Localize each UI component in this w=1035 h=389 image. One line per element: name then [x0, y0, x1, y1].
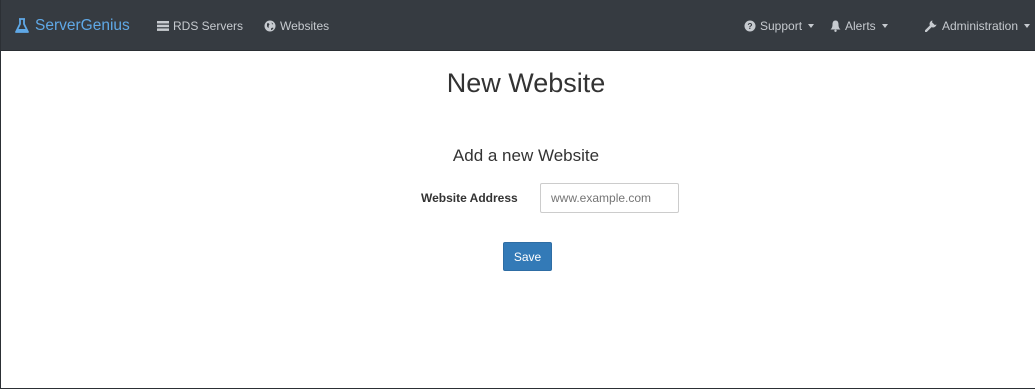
save-button[interactable]: Save: [503, 242, 552, 271]
nav-support-dropdown[interactable]: ? Support: [744, 0, 815, 51]
website-address-input[interactable]: [540, 183, 679, 213]
form-heading: Add a new Website: [452, 146, 600, 165]
app-window: ServerGenius RDS Servers Websites ? Supp…: [0, 0, 1035, 389]
nav-rds-servers-label: RDS Servers: [173, 18, 244, 33]
nav-alerts-label: Alerts: [845, 18, 876, 33]
brand-name: ServerGenius: [35, 16, 130, 34]
top-navbar: ServerGenius RDS Servers Websites ? Supp…: [1, 0, 1035, 51]
server-icon: [157, 20, 169, 31]
brand-link[interactable]: ServerGenius: [15, 0, 130, 51]
globe-icon: [264, 20, 276, 32]
nav-websites[interactable]: Websites: [264, 0, 329, 51]
nav-support-label: Support: [760, 18, 803, 33]
chevron-down-icon: [808, 23, 815, 28]
website-address-label: Website Address: [421, 191, 518, 205]
nav-administration-dropdown[interactable]: Administration: [925, 0, 1031, 51]
nav-administration-label: Administration: [942, 18, 1019, 33]
bell-icon: [830, 20, 841, 32]
nav-rds-servers[interactable]: RDS Servers: [157, 0, 243, 51]
wrench-icon: [925, 19, 938, 32]
question-circle-icon: ?: [744, 20, 756, 32]
chevron-down-icon: [1024, 23, 1031, 28]
nav-websites-label: Websites: [280, 18, 330, 33]
page-title: New Website: [446, 68, 606, 98]
svg-text:?: ?: [747, 21, 752, 31]
chevron-down-icon: [881, 23, 888, 28]
flask-icon: [15, 17, 29, 34]
nav-alerts-dropdown[interactable]: Alerts: [830, 0, 888, 51]
